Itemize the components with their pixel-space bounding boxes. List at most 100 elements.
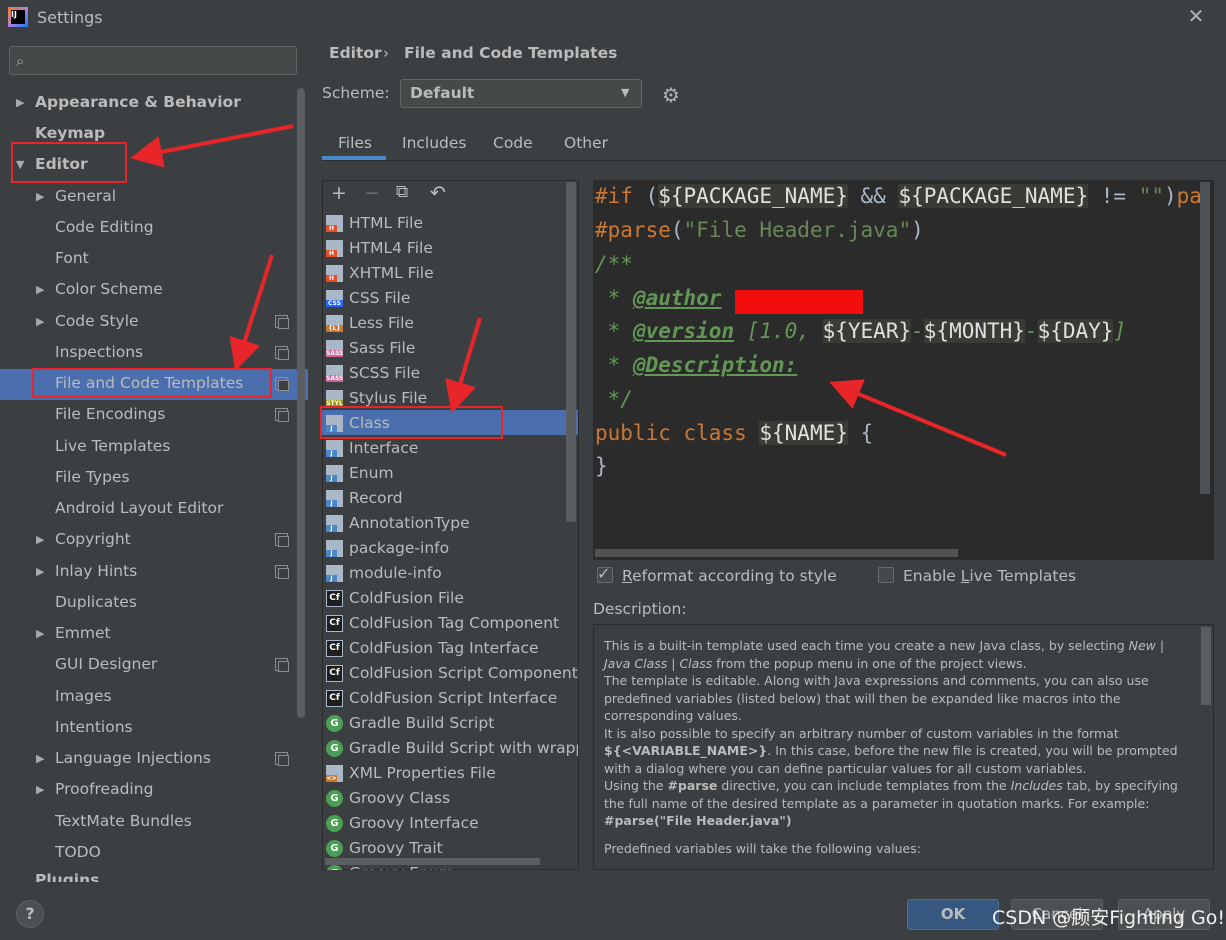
sidebar-item-inlay-hints[interactable]: Inlay Hints [55,556,137,587]
code-token: - [1024,319,1038,343]
sidebar-item-copyright[interactable]: Copyright [55,524,131,555]
tab-files[interactable]: Files [338,134,372,152]
help-button[interactable]: ? [16,900,44,928]
template-item-label: Gradle Build Script [349,714,495,732]
sidebar-item-code-editing[interactable]: Code Editing [55,212,154,243]
editor-vscrollbar[interactable] [1200,182,1210,494]
template-item-enum[interactable]: J Enum [322,461,578,486]
sidebar-item-file-types[interactable]: File Types [55,462,130,493]
sidebar-item-gui-designer[interactable]: GUI Designer [55,649,157,680]
template-item-package-info[interactable]: Jpackage-info [322,536,578,561]
project-scope-icon [275,408,289,422]
ok-button[interactable]: OK [907,899,999,930]
tab-other[interactable]: Other [564,134,608,152]
breadcrumb-section[interactable]: Editor [329,44,382,62]
template-item-xhtml-file[interactable]: H XHTML File [322,261,578,286]
tab-includes[interactable]: Includes [402,134,467,152]
template-item-annotationtype[interactable]: J AnnotationType [322,511,578,536]
template-item-label: Less File [349,314,414,332]
template-item-coldfusion-tag-component[interactable]: Cf ColdFusion Tag Component [322,611,578,636]
live-templates-checkbox[interactable] [878,567,894,583]
template-item-html-file[interactable]: H HTML File [322,211,578,236]
template-item-record[interactable]: J Record [322,486,578,511]
sidebar-item-plugins[interactable]: Plugins [35,868,99,882]
sidebar-item-general[interactable]: General [55,181,116,212]
file-type-badge: {L} [326,325,343,332]
chevron-right-icon[interactable]: ▶ [36,190,44,203]
template-item-groovy-interface[interactable]: G Groovy Interface [322,811,578,836]
gear-icon[interactable]: ⚙ [662,83,680,107]
cf-file-icon: Cf [326,640,343,657]
code-token: { [847,421,874,445]
template-item-label: Sass File [349,339,416,357]
code-token: /** [595,252,633,276]
template-item-xml-properties-file[interactable]: <> XML Properties File [322,761,578,786]
sidebar-item-duplicates[interactable]: Duplicates [55,587,137,618]
reset-icon[interactable]: ↶ [430,182,446,204]
tab-code[interactable]: Code [493,134,533,152]
template-item-less-file[interactable]: {L} Less File [322,311,578,336]
template-item-css-file[interactable]: CSS CSS File [322,286,578,311]
editor-hscrollbar[interactable] [595,549,958,557]
sidebar-item-todo[interactable]: TODO [55,837,101,868]
template-item-scss-file[interactable]: SASS SCSS File [322,361,578,386]
template-item-label: XML Properties File [349,764,496,782]
sidebar-item-android-layout-editor[interactable]: Android Layout Editor [55,493,223,524]
template-item-interface[interactable]: J Interface [322,436,578,461]
sidebar-item-textmate-bundles[interactable]: TextMate Bundles [55,806,192,837]
chevron-right-icon[interactable]: ▶ [36,783,44,796]
annotation-box-templates [32,368,272,398]
template-item-label: HTML File [349,214,423,232]
sidebar-item-intentions[interactable]: Intentions [55,712,133,743]
code-line: * @version [1.0, ${YEAR}-${MONTH}-${DAY}… [595,315,1200,348]
settings-search-input[interactable] [9,46,297,75]
template-item-coldfusion-tag-interface[interactable]: Cf ColdFusion Tag Interface [322,636,578,661]
gradle-file-icon: G [326,740,343,757]
chevron-right-icon[interactable]: ▶ [36,283,44,296]
sidebar-item-font[interactable]: Font [55,243,89,274]
sidebar-scrollbar[interactable] [297,88,305,718]
sidebar-item-code-style[interactable]: Code Style [55,306,139,337]
code-line: #parse("File Header.java") [595,214,1200,247]
chevron-right-icon[interactable]: ▶ [36,752,44,765]
code-token: ${YEAR} [822,319,912,343]
sidebar-item-images[interactable]: Images [55,681,112,712]
template-item-groovy-class[interactable]: G Groovy Class [322,786,578,811]
sidebar-item-proofreading[interactable]: Proofreading [55,774,153,805]
chevron-right-icon[interactable]: ▶ [16,96,24,109]
template-list-hscrollbar[interactable] [325,858,540,865]
description-scrollbar[interactable] [1201,627,1211,705]
chevron-right-icon[interactable]: ▶ [36,533,44,546]
template-item-coldfusion-file[interactable]: Cf ColdFusion File [322,586,578,611]
remove-icon[interactable]: − [364,182,380,204]
sidebar-item-language-injections[interactable]: Language Injections [55,743,211,774]
chevron-right-icon[interactable]: ▶ [36,315,44,328]
template-item-sass-file[interactable]: SASS Sass File [322,336,578,361]
chevron-right-icon[interactable]: ▶ [36,627,44,640]
close-icon[interactable]: ✕ [1186,6,1206,26]
sidebar-item-appearance-behavior[interactable]: Appearance & Behavior [35,87,241,118]
template-item-coldfusion-script-component[interactable]: Cf ColdFusion Script Component [322,661,578,686]
template-item-module-info[interactable]: Jmodule-info [322,561,578,586]
template-item-label: CSS File [349,289,411,307]
sidebar-item-file-encodings[interactable]: File Encodings [55,399,165,430]
copy-icon[interactable]: ⧉ [396,182,408,202]
template-list-scrollbar[interactable] [566,182,576,522]
sidebar-item-inspections[interactable]: Inspections [55,337,143,368]
template-item-label: ColdFusion Script Interface [349,689,558,707]
template-item-html4-file[interactable]: H HTML4 File [322,236,578,261]
add-icon[interactable]: + [331,182,347,204]
template-item-label: AnnotationType [349,514,470,532]
sidebar-item-live-templates[interactable]: Live Templates [55,431,170,462]
template-item-coldfusion-script-interface[interactable]: Cf ColdFusion Script Interface [322,686,578,711]
chevron-right-icon[interactable]: ▶ [36,565,44,578]
template-item-gradle-build-script[interactable]: G Gradle Build Script [322,711,578,736]
template-item-label: Groovy Interface [349,814,479,832]
template-item-gradle-build-script-with-wrappe[interactable]: G Gradle Build Script with wrappe [322,736,578,761]
code-line: */ [595,383,1200,416]
sidebar-item-color-scheme[interactable]: Color Scheme [55,274,163,305]
sidebar-item-emmet[interactable]: Emmet [55,618,111,649]
file-type-badge: H [326,225,337,232]
html-file-icon: H [326,240,343,257]
